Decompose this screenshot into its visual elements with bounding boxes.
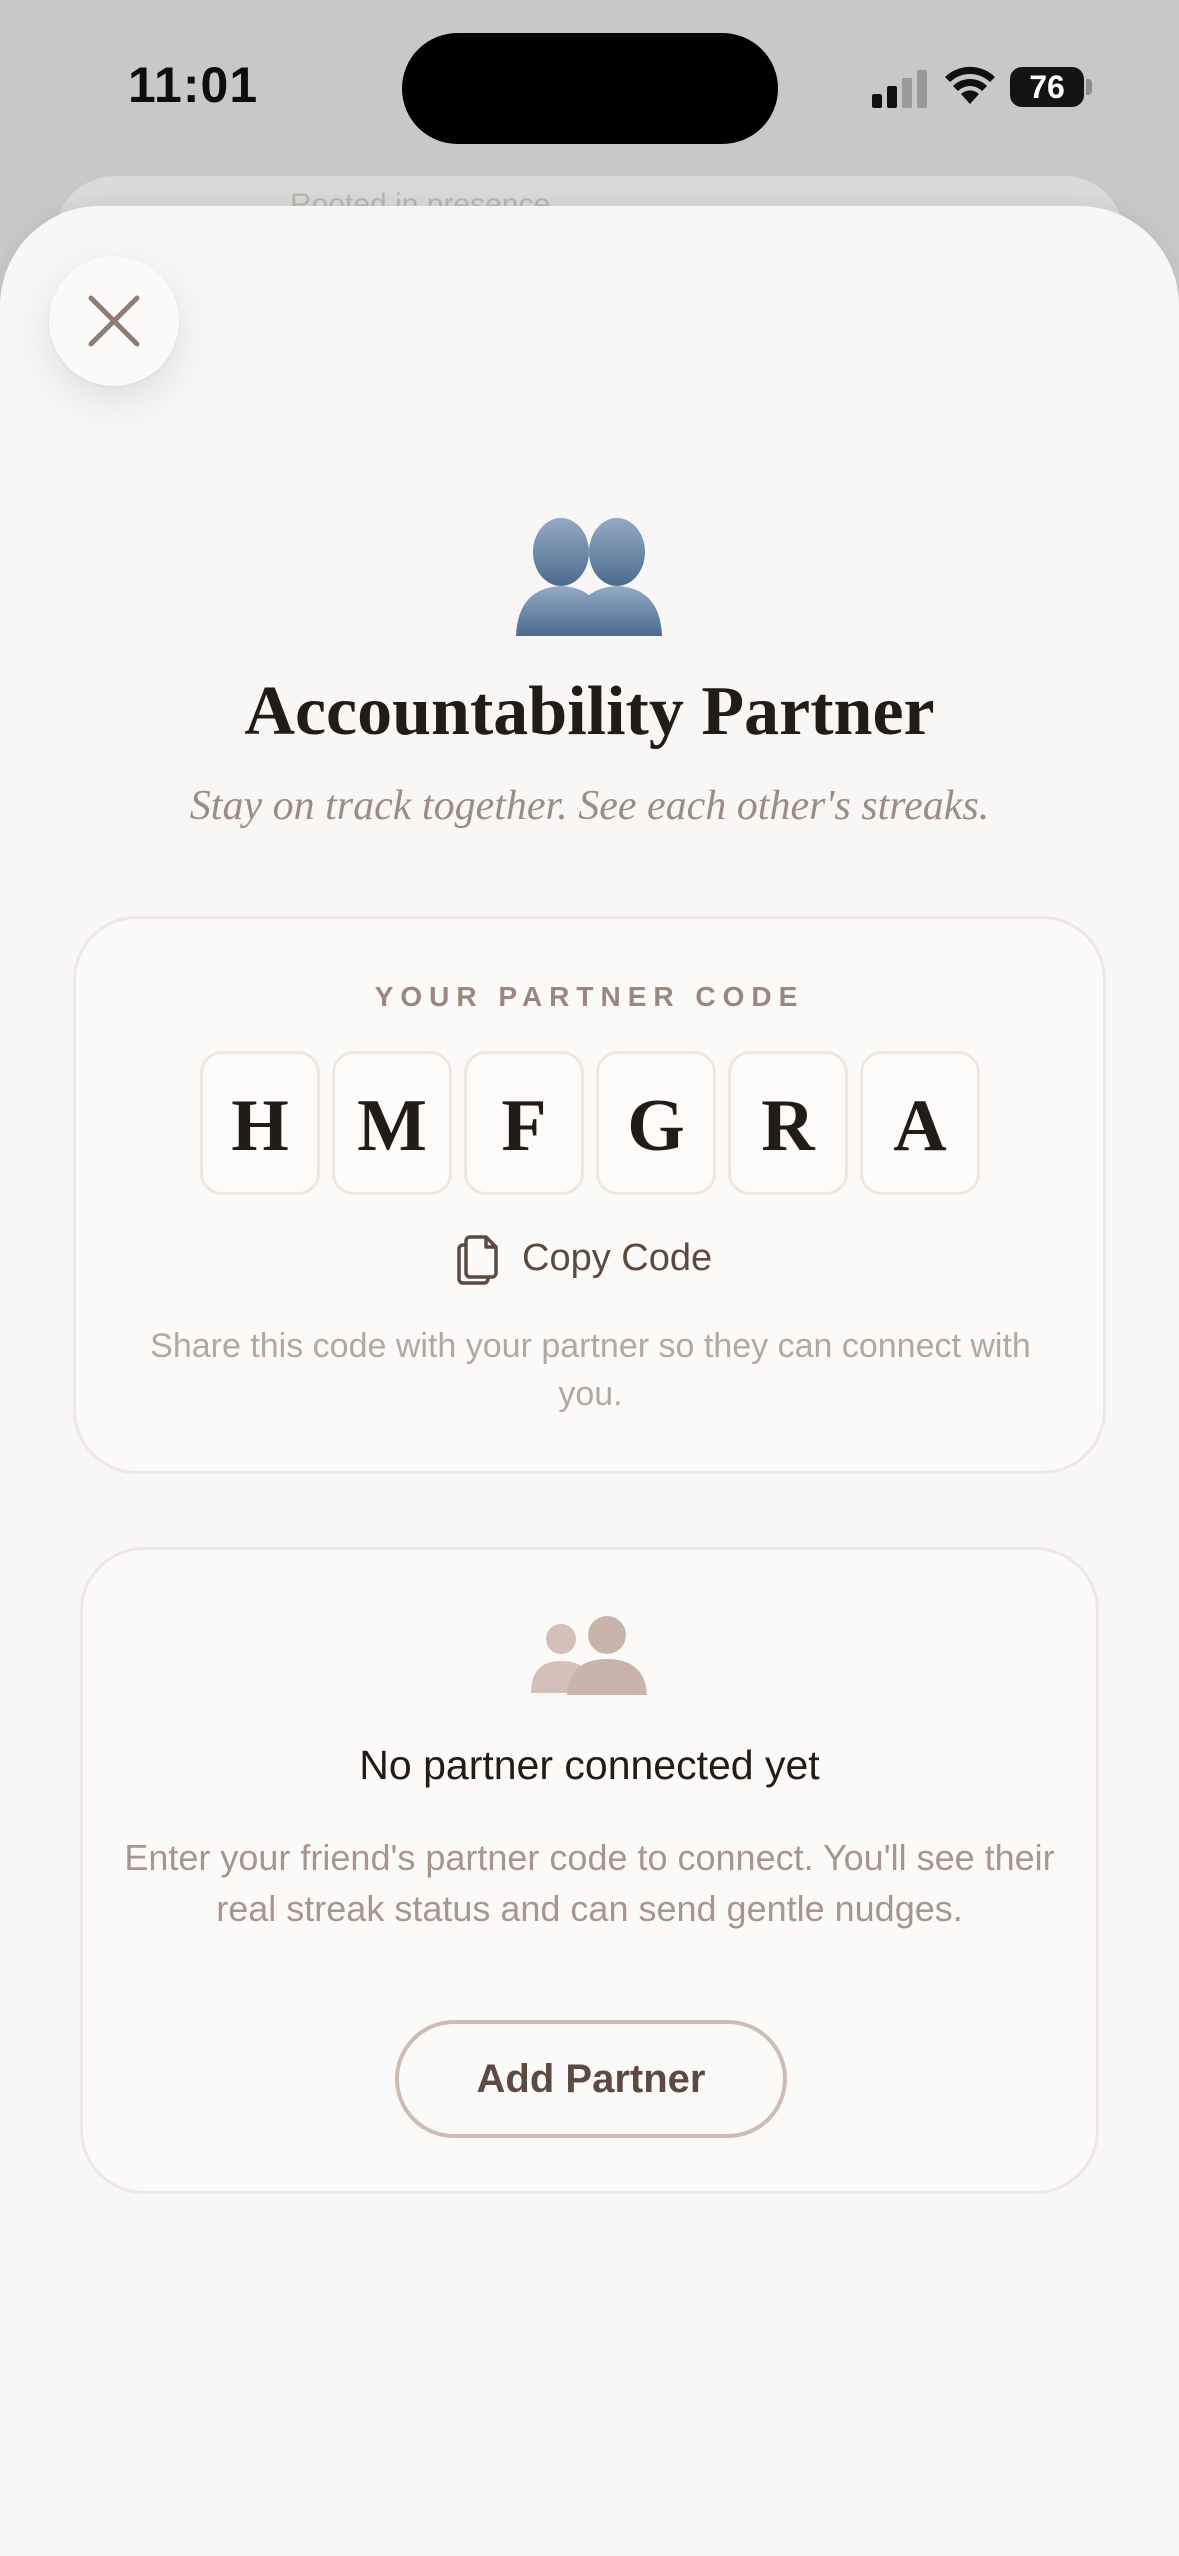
no-partner-title: No partner connected yet [359, 1742, 820, 1788]
close-button[interactable] [49, 256, 179, 386]
partner-code-help-text: Share this code with your partner so the… [150, 1327, 1031, 1413]
code-letter: F [464, 1051, 584, 1195]
no-partner-help-text: Enter your friend's partner code to conn… [124, 1837, 1055, 1929]
cellular-signal-icon [872, 68, 932, 108]
battery-tip [1086, 79, 1092, 95]
code-letter: G [596, 1051, 716, 1195]
code-letter: M [332, 1051, 452, 1195]
partner-code-card: YOUR PARTNER CODE H M F G R A Copy Code … [73, 916, 1106, 1474]
copy-code-label: Copy Code [522, 1237, 713, 1279]
page-subtitle: Stay on track together. See each other's… [189, 783, 990, 829]
copy-icon [457, 1235, 498, 1285]
wifi-icon [945, 66, 995, 104]
people-icon [531, 1616, 647, 1695]
two-people-silhouette-icon [516, 518, 662, 636]
battery-indicator: 76 [1010, 67, 1084, 107]
code-letter: H [200, 1051, 320, 1195]
partner-code-letters: H M F G R A [200, 1051, 986, 1197]
status-bar: 11:01 76 [0, 0, 1179, 175]
status-time: 11:01 [128, 57, 259, 113]
close-icon [88, 295, 140, 347]
code-letter: R [728, 1051, 848, 1195]
partner-code-label: YOUR PARTNER CODE [374, 981, 805, 1012]
dynamic-island [402, 33, 778, 144]
page-title: Accountability Partner [244, 673, 935, 750]
partner-status-card: No partner connected yet Enter your frie… [80, 1547, 1099, 2194]
code-letter: A [860, 1051, 980, 1195]
add-partner-button[interactable]: Add Partner [395, 2020, 787, 2138]
